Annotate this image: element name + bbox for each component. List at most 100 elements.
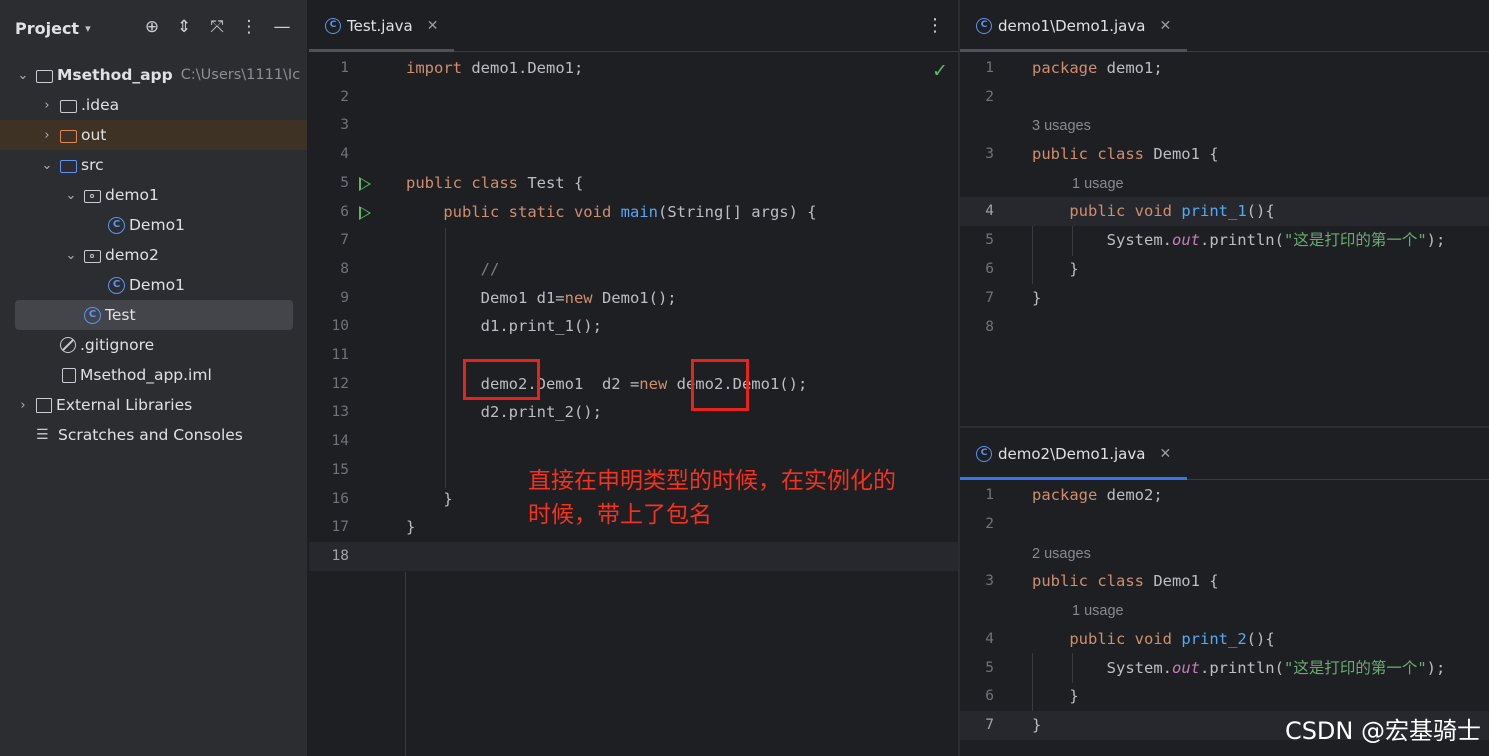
source-folder-icon xyxy=(60,159,77,173)
code-text: public void print_1(){ xyxy=(1069,202,1275,220)
code-line[interactable]: 13 d2.print_2(); xyxy=(309,398,958,427)
code-line[interactable]: 2 xyxy=(309,83,958,112)
code-text: package demo2; xyxy=(1032,486,1163,504)
code-line[interactable]: 5 public class Test { xyxy=(309,169,958,198)
tab-demo2-java[interactable]: C demo2\Demo1.java ✕ xyxy=(960,428,1188,480)
tree-item-demo1-class[interactable]: C Demo1 xyxy=(0,210,307,240)
tree-item-src[interactable]: ⌄ src xyxy=(0,150,307,180)
tree-item-idea[interactable]: › .idea xyxy=(0,90,307,120)
checkmark-icon: ✓ xyxy=(932,60,948,82)
usages-hint[interactable]: 2 usages xyxy=(1032,542,1091,566)
more-options-icon[interactable]: ⋮ xyxy=(239,17,259,37)
code-line[interactable]: 3 public class Demo1 { xyxy=(960,140,1489,169)
line-number: 6 xyxy=(985,261,994,277)
usages-hint[interactable]: 3 usages xyxy=(1032,114,1091,138)
close-icon[interactable]: ✕ xyxy=(427,18,439,34)
tree-item-label: out xyxy=(81,126,107,144)
tab-demo1-java[interactable]: C demo1\Demo1.java ✕ xyxy=(960,0,1188,52)
code-text: public class Test { xyxy=(406,173,584,192)
tab-test-java[interactable]: C Test.java ✕ xyxy=(309,0,455,52)
code-line[interactable]: 5 System.out.println("这是打印的第一个"); xyxy=(960,226,1489,255)
library-icon xyxy=(36,397,52,413)
chevron-down-icon[interactable]: ⌄ xyxy=(64,188,78,203)
tree-item-gitignore[interactable]: .gitignore xyxy=(0,330,307,360)
tree-item-project-root[interactable]: ⌄ Msethod_app C:\Users\1111\Ic xyxy=(0,60,307,90)
package-icon xyxy=(84,249,101,263)
indent-guide xyxy=(1032,653,1033,711)
target-icon[interactable]: ⊕ xyxy=(142,17,162,37)
tree-item-demo2-package[interactable]: ⌄ demo2 xyxy=(0,240,307,270)
usages-hint[interactable]: 1 usage xyxy=(1072,599,1124,623)
chevron-right-icon[interactable]: › xyxy=(16,398,30,413)
tree-item-demo1-package[interactable]: ⌄ demo1 xyxy=(0,180,307,210)
project-sidebar: Project ▾ ⊕ ⇕ ⤧ ⋮ — ⌄ Msethod_app C:\Use… xyxy=(0,0,308,756)
chevron-down-icon[interactable]: ⌄ xyxy=(40,158,54,173)
code-line[interactable]: 8 xyxy=(960,313,1489,342)
code-line[interactable]: 5 System.out.println("这是打印的第一个"); xyxy=(960,654,1489,683)
code-line[interactable]: 6 public static void main(String[] args)… xyxy=(309,198,958,227)
class-icon: C xyxy=(84,306,101,324)
code-line[interactable]: 1 package demo2; xyxy=(960,481,1489,510)
tree-item-label: .idea xyxy=(81,96,120,114)
chevron-right-icon[interactable]: › xyxy=(40,98,54,113)
line-number: 4 xyxy=(340,146,349,163)
expand-all-icon[interactable]: ⇕ xyxy=(174,17,194,37)
chevron-down-icon[interactable]: ▾ xyxy=(85,22,91,35)
close-icon[interactable]: ✕ xyxy=(1159,18,1171,34)
code-line[interactable]: 2 xyxy=(960,510,1489,539)
tree-item-demo2-class[interactable]: C Demo1 xyxy=(0,270,307,300)
chevron-right-icon[interactable]: › xyxy=(40,128,54,143)
code-text: public static void main(String[] args) { xyxy=(443,202,817,221)
chevron-down-icon[interactable]: ⌄ xyxy=(16,68,30,83)
code-line[interactable]: 7} xyxy=(960,284,1489,313)
tree-item-label: Msethod_app xyxy=(57,66,173,84)
code-line[interactable]: 4 public void print_2(){ xyxy=(960,625,1489,654)
code-line[interactable]: 18 xyxy=(309,541,958,571)
annotation-line: 直接在申明类型的时候，在实例化的 xyxy=(528,468,896,494)
code-line[interactable]: 9 Demo1 d1=new Demo1(); xyxy=(309,284,958,313)
run-icon[interactable] xyxy=(359,176,371,191)
annotation-text: 直接在申明类型的时候，在实例化的 时候，带上了包名 xyxy=(528,464,958,532)
code-line[interactable]: 2 xyxy=(960,83,1489,112)
code-line[interactable]: 3 xyxy=(309,111,958,140)
code-line[interactable]: 6 } xyxy=(960,682,1489,711)
tree-item-out[interactable]: › out xyxy=(0,120,307,150)
code-line[interactable]: 8 // xyxy=(309,255,958,284)
module-folder-icon xyxy=(36,69,53,83)
line-number: 8 xyxy=(340,260,349,277)
watermark: CSDN @宏基骑士 xyxy=(1284,717,1481,745)
chevron-down-icon[interactable]: ⌄ xyxy=(64,248,78,263)
run-icon[interactable] xyxy=(359,205,371,220)
tree-item-label: Msethod_app.iml xyxy=(80,366,212,384)
code-line[interactable]: 12 demo2.Demo1 d2 =new demo2.Demo1(); xyxy=(309,370,958,399)
code-line[interactable]: 10 d1.print_1(); xyxy=(309,312,958,341)
code-text: import demo1.Demo1; xyxy=(406,59,584,77)
tree-item-scratches[interactable]: ☰ Scratches and Consoles xyxy=(0,420,307,450)
line-number: 2 xyxy=(340,88,349,105)
tree-item-iml[interactable]: Msethod_app.iml xyxy=(0,360,307,390)
code-line[interactable]: 14 xyxy=(309,427,958,456)
project-view-title[interactable]: Project xyxy=(15,19,79,38)
code-line[interactable]: 6 } xyxy=(960,255,1489,284)
collapse-all-icon[interactable]: ⤧ xyxy=(207,17,227,37)
editor-test-java: C Test.java ✕ 1 import demo1.Demo1; 2 3 4 5 pu… xyxy=(309,0,958,756)
line-number: 5 xyxy=(340,174,349,191)
tree-item-label: demo1 xyxy=(105,186,159,204)
code-line[interactable]: 7 xyxy=(309,226,958,255)
code-line[interactable]: 4 public void print_1(){ xyxy=(960,197,1489,226)
code-line[interactable]: 3 public class Demo1 { xyxy=(960,567,1489,596)
usages-hint[interactable]: 1 usage xyxy=(1072,172,1124,196)
code-line[interactable]: 4 xyxy=(309,140,958,169)
more-options-icon[interactable]: ⋮ xyxy=(925,15,945,36)
editor-splitter[interactable] xyxy=(960,426,1489,428)
tree-item-external-libraries[interactable]: › External Libraries xyxy=(0,390,307,420)
code-line[interactable]: 1 package demo1; xyxy=(960,54,1489,83)
minimize-icon[interactable]: — xyxy=(272,17,292,37)
line-number: 7 xyxy=(985,717,994,733)
tree-item-test-class[interactable]: C Test xyxy=(15,300,293,330)
code-line[interactable]: 11 xyxy=(309,341,958,370)
code-line[interactable]: 1 import demo1.Demo1; xyxy=(309,54,958,83)
folder-icon xyxy=(60,99,77,113)
editor-splitter[interactable] xyxy=(958,0,960,756)
close-icon[interactable]: ✕ xyxy=(1159,446,1171,462)
